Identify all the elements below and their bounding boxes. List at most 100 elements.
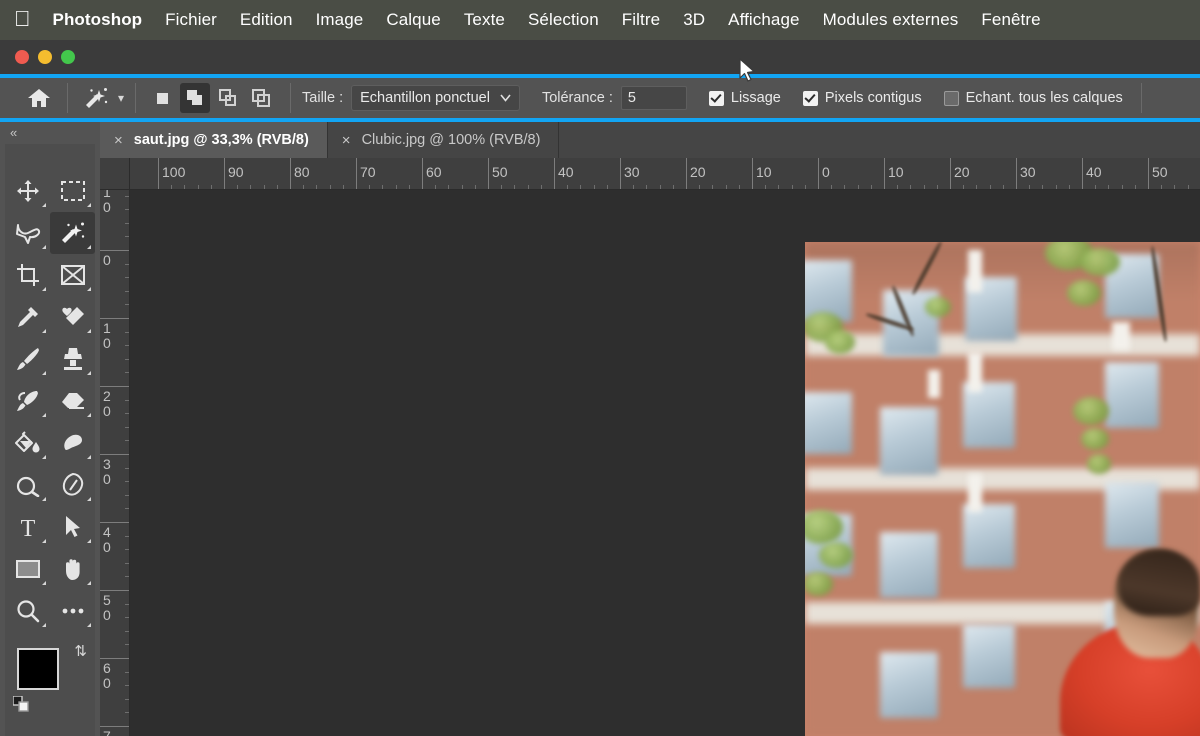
canvas-area[interactable] bbox=[130, 190, 1200, 736]
selection-mode-new[interactable] bbox=[147, 83, 177, 113]
ruler-tick bbox=[620, 158, 621, 189]
contiguous-checkbox-group[interactable]: Pixels contigus bbox=[802, 90, 922, 106]
menu-image[interactable]: Image bbox=[316, 10, 364, 30]
ruler-label: 40 bbox=[103, 524, 111, 555]
edit-toolbar-button[interactable] bbox=[50, 590, 95, 632]
rectangle-tool[interactable] bbox=[5, 548, 50, 590]
apple-logo-icon[interactable]:  bbox=[14, 7, 31, 30]
selection-mode-add[interactable] bbox=[180, 83, 211, 113]
blur-icon bbox=[16, 476, 39, 497]
brush-tool[interactable] bbox=[5, 338, 50, 380]
anti-alias-checkbox[interactable] bbox=[708, 90, 724, 106]
ruler-tick bbox=[100, 522, 129, 523]
ruler-label: 10 bbox=[756, 164, 772, 180]
menu-affichage[interactable]: Affichage bbox=[728, 10, 799, 30]
menu-fenetre[interactable]: Fenêtre bbox=[981, 10, 1040, 30]
active-tool-preset-button[interactable] bbox=[79, 82, 113, 114]
tolerance-value: 5 bbox=[627, 90, 636, 106]
menu-modules-externes[interactable]: Modules externes bbox=[823, 10, 959, 30]
healing-brush-tool[interactable] bbox=[50, 296, 95, 338]
crop-tool[interactable] bbox=[5, 254, 50, 296]
collapse-panel-button[interactable]: « bbox=[0, 122, 100, 142]
frame-icon bbox=[60, 265, 85, 285]
tool-more-indicator bbox=[87, 413, 91, 417]
ruler-label: 50 bbox=[1152, 164, 1168, 180]
sample-all-layers-checkbox-group[interactable]: Echant. tous les calques bbox=[943, 90, 1123, 106]
sample-size-dropdown[interactable]: Echantillon ponctuel bbox=[351, 85, 520, 111]
frame-tool[interactable] bbox=[50, 254, 95, 296]
options-divider-2 bbox=[135, 83, 137, 113]
selection-mode-intersect[interactable] bbox=[246, 83, 276, 113]
menu-calque[interactable]: Calque bbox=[386, 10, 440, 30]
eyedropper-tool[interactable] bbox=[5, 296, 50, 338]
hand-tool[interactable] bbox=[50, 548, 95, 590]
zoom-tool[interactable] bbox=[5, 590, 50, 632]
menu-filtre[interactable]: Filtre bbox=[622, 10, 660, 30]
tolerance-input[interactable]: 5 bbox=[620, 86, 687, 110]
ruler-label: 50 bbox=[492, 164, 508, 180]
paint-bucket-icon bbox=[14, 431, 39, 453]
gradient-tool[interactable] bbox=[5, 422, 50, 464]
maximize-window-button[interactable] bbox=[61, 50, 75, 64]
pen-tool[interactable] bbox=[50, 464, 95, 506]
tab-clubic-jpg[interactable]: × Clubic.jpg @ 100% (RVB/8) bbox=[327, 122, 560, 158]
dodge-tool[interactable] bbox=[50, 422, 95, 464]
ruler-corner[interactable] bbox=[100, 158, 130, 190]
menu-photoshop[interactable]: Photoshop bbox=[53, 10, 143, 30]
ruler-label: 30 bbox=[103, 456, 111, 487]
vertical-ruler[interactable]: 10 0 10 20 30 40 50 60 70 bbox=[100, 190, 130, 736]
sample-all-layers-checkbox[interactable] bbox=[943, 90, 959, 106]
add-to-selection-icon bbox=[187, 90, 203, 105]
ruler-label: 20 bbox=[690, 164, 706, 180]
eraser-tool[interactable] bbox=[50, 380, 95, 422]
minimize-window-button[interactable] bbox=[38, 50, 52, 64]
type-tool[interactable]: T bbox=[5, 506, 50, 548]
ruler-label: 90 bbox=[228, 164, 244, 180]
ruler-label: 0 bbox=[103, 252, 111, 268]
horizontal-ruler[interactable]: 100 90 80 70 60 50 40 30 20 10 0 10 20 30 40 50 bbox=[130, 158, 1200, 190]
clone-stamp-tool[interactable] bbox=[50, 338, 95, 380]
tool-more-indicator bbox=[42, 539, 46, 543]
move-tool[interactable] bbox=[5, 170, 50, 212]
tool-more-indicator bbox=[42, 413, 46, 417]
tool-more-indicator bbox=[87, 245, 91, 249]
close-icon[interactable]: × bbox=[114, 133, 123, 148]
blur-tool[interactable] bbox=[5, 464, 50, 506]
mouse-pointer bbox=[738, 58, 758, 89]
path-selection-tool[interactable] bbox=[50, 506, 95, 548]
ruler-label: 20 bbox=[954, 164, 970, 180]
close-icon[interactable]: × bbox=[342, 133, 351, 148]
menu-3d[interactable]: 3D bbox=[683, 10, 705, 30]
rectangular-marquee-tool[interactable] bbox=[50, 170, 95, 212]
ruler-tick bbox=[100, 454, 129, 455]
ruler-label: 70 bbox=[103, 728, 111, 736]
document-image[interactable] bbox=[805, 242, 1200, 736]
tab-saut-jpg[interactable]: × saut.jpg @ 33,3% (RVB/8) bbox=[100, 122, 328, 158]
ruler-label: 60 bbox=[103, 660, 111, 691]
tool-more-indicator bbox=[87, 455, 91, 459]
ellipsis-icon bbox=[62, 608, 83, 614]
menu-selection[interactable]: Sélection bbox=[528, 10, 599, 30]
menu-texte[interactable]: Texte bbox=[464, 10, 505, 30]
chevron-down-icon[interactable]: ▾ bbox=[118, 91, 124, 105]
ruler-tick bbox=[884, 158, 885, 189]
history-brush-tool[interactable] bbox=[5, 380, 50, 422]
magic-wand-tool[interactable] bbox=[50, 212, 95, 254]
default-colors-icon[interactable] bbox=[12, 695, 29, 717]
home-button[interactable] bbox=[22, 81, 56, 115]
tool-more-indicator bbox=[87, 371, 91, 375]
menu-edition[interactable]: Edition bbox=[240, 10, 293, 30]
ruler-tick bbox=[100, 386, 129, 387]
ruler-label: 10 bbox=[103, 190, 111, 215]
menu-fichier[interactable]: Fichier bbox=[165, 10, 217, 30]
lasso-tool[interactable] bbox=[5, 212, 50, 254]
window-title-bar bbox=[0, 40, 1200, 74]
selection-mode-subtract[interactable] bbox=[213, 83, 243, 113]
ruler-label: 30 bbox=[624, 164, 640, 180]
close-window-button[interactable] bbox=[15, 50, 29, 64]
swap-colors-icon[interactable]: ⇅ bbox=[74, 642, 87, 660]
tool-options-bar: ▾ Taille : Echantillon ponctuel Toléranc… bbox=[0, 74, 1200, 122]
anti-alias-checkbox-group[interactable]: Lissage bbox=[708, 90, 781, 106]
contiguous-checkbox[interactable] bbox=[802, 90, 818, 106]
foreground-color-swatch[interactable] bbox=[17, 648, 59, 690]
